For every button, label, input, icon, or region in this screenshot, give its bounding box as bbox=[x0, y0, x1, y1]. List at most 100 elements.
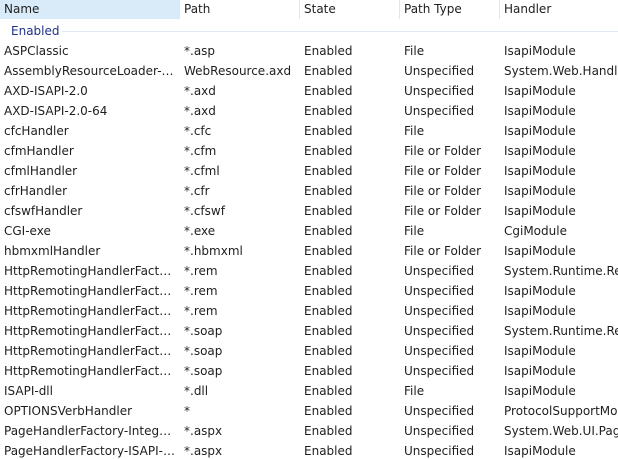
table-row[interactable]: HttpRemotingHandlerFactory-... *.soap Enab… bbox=[0, 341, 618, 361]
cell-state: Enabled bbox=[304, 164, 353, 178]
cell-path-type: Unspecified bbox=[404, 404, 475, 418]
table-row[interactable]: AXD-ISAPI-2.0 *.axd Enabled Unspecified Isap… bbox=[0, 81, 618, 101]
table-row[interactable]: cfswfHandler *.cfswf Enabled File or Folder… bbox=[0, 201, 618, 221]
cell-path-type: Unspecified bbox=[404, 364, 475, 378]
column-header-path[interactable]: Path bbox=[180, 0, 300, 19]
table-row[interactable]: HttpRemotingHandlerFactory-... *.rem Enabl… bbox=[0, 301, 618, 321]
cell-name: cfmlHandler bbox=[4, 164, 78, 178]
cell-path: *.dll bbox=[184, 384, 209, 398]
cell-path: WebResource.axd bbox=[184, 64, 292, 78]
cell-name: hbmxmlHandler bbox=[4, 244, 101, 258]
cell-state: Enabled bbox=[304, 204, 353, 218]
cell-path-type: Unspecified bbox=[404, 64, 475, 78]
cell-name: PageHandlerFactory-Integrated bbox=[4, 424, 180, 438]
cell-state: Enabled bbox=[304, 424, 353, 438]
cell-path: *.cfswf bbox=[184, 204, 225, 218]
cell-name: OPTIONSVerbHandler bbox=[4, 404, 133, 418]
table-row[interactable]: OPTIONSVerbHandler * Enabled Unspecified Pro… bbox=[0, 401, 618, 421]
cell-handler: IsapiModule bbox=[504, 364, 576, 378]
cell-name: cfcHandler bbox=[4, 124, 69, 138]
cell-path-type: Unspecified bbox=[404, 304, 475, 318]
cell-path-type: File bbox=[404, 224, 425, 238]
cell-name: ASPClassic bbox=[4, 44, 69, 58]
cell-name: HttpRemotingHandlerFactory-... bbox=[4, 344, 180, 358]
cell-name: HttpRemotingHandlerFactory-... bbox=[4, 304, 180, 318]
cell-handler: IsapiModule bbox=[504, 244, 576, 258]
cell-handler: IsapiModule bbox=[504, 304, 576, 318]
cell-state: Enabled bbox=[304, 444, 353, 458]
cell-path: *.aspx bbox=[184, 444, 223, 458]
column-header-handler[interactable]: Handler bbox=[500, 0, 618, 19]
cell-name: HttpRemotingHandlerFactory-... bbox=[4, 364, 180, 378]
cell-name: cfmHandler bbox=[4, 144, 74, 158]
group-label: Enabled bbox=[11, 24, 60, 38]
cell-path-type: Unspecified bbox=[404, 284, 475, 298]
handler-mappings-list[interactable]: Name Path State Path Type Handler Enable… bbox=[0, 0, 618, 459]
cell-state: Enabled bbox=[304, 364, 353, 378]
cell-handler: IsapiModule bbox=[504, 204, 576, 218]
cell-path: *.soap bbox=[184, 364, 223, 378]
cell-name: HttpRemotingHandlerFactory-... bbox=[4, 264, 180, 278]
cell-state: Enabled bbox=[304, 124, 353, 138]
cell-state: Enabled bbox=[304, 224, 353, 238]
column-header-row: Name Path State Path Type Handler bbox=[0, 0, 618, 20]
cell-path-type: File or Folder bbox=[404, 184, 482, 198]
table-row[interactable]: HttpRemotingHandlerFactory-... *.soap Enab… bbox=[0, 321, 618, 341]
cell-path: *.cfc bbox=[184, 124, 212, 138]
table-row[interactable]: hbmxmlHandler *.hbmxml Enabled File or Fold… bbox=[0, 241, 618, 261]
cell-path: * bbox=[184, 404, 190, 418]
cell-path: *.axd bbox=[184, 84, 216, 98]
table-row[interactable]: PageHandlerFactory-ISAPI-2.0 *.aspx Enable… bbox=[0, 441, 618, 459]
cell-handler: System.Web.Handlers bbox=[504, 64, 618, 78]
table-row[interactable]: cfmHandler *.cfm Enabled File or Folder Isap… bbox=[0, 141, 618, 161]
column-header-path-type[interactable]: Path Type bbox=[400, 0, 500, 19]
table-row[interactable]: cfrHandler *.cfr Enabled File or Folder Isap… bbox=[0, 181, 618, 201]
cell-handler: IsapiModule bbox=[504, 144, 576, 158]
cell-handler: IsapiModule bbox=[504, 184, 576, 198]
cell-handler: IsapiModule bbox=[504, 84, 576, 98]
table-row[interactable]: AXD-ISAPI-2.0-64 *.axd Enabled Unspecified I… bbox=[0, 101, 618, 121]
cell-path: *.asp bbox=[184, 44, 216, 58]
cell-path: *.soap bbox=[184, 324, 223, 338]
cell-state: Enabled bbox=[304, 44, 353, 58]
column-header-state[interactable]: State bbox=[300, 0, 400, 19]
cell-name: CGI-exe bbox=[4, 224, 51, 238]
cell-state: Enabled bbox=[304, 344, 353, 358]
cell-name: PageHandlerFactory-ISAPI-2.0 bbox=[4, 444, 180, 458]
table-row[interactable]: cfmlHandler *.cfml Enabled File or Folder Is… bbox=[0, 161, 618, 181]
table-row[interactable]: HttpRemotingHandlerFactory-... *.rem Enabl… bbox=[0, 281, 618, 301]
group-header-enabled[interactable]: Enabled bbox=[0, 21, 618, 41]
cell-path-type: Unspecified bbox=[404, 344, 475, 358]
cell-state: Enabled bbox=[304, 64, 353, 78]
cell-handler: IsapiModule bbox=[504, 124, 576, 138]
table-row[interactable]: PageHandlerFactory-Integrated *.aspx Enabl… bbox=[0, 421, 618, 441]
cell-path: *.rem bbox=[184, 284, 218, 298]
cell-state: Enabled bbox=[304, 184, 353, 198]
cell-state: Enabled bbox=[304, 244, 353, 258]
cell-handler: IsapiModule bbox=[504, 384, 576, 398]
cell-handler: System.Runtime.Remo bbox=[504, 324, 618, 338]
cell-handler: IsapiModule bbox=[504, 164, 576, 178]
cell-path: *.cfml bbox=[184, 164, 220, 178]
cell-name: AXD-ISAPI-2.0-64 bbox=[4, 104, 108, 118]
cell-path-type: Unspecified bbox=[404, 84, 475, 98]
column-header-name[interactable]: Name bbox=[0, 0, 180, 19]
table-row[interactable]: ISAPI-dll *.dll Enabled File IsapiModule bbox=[0, 381, 618, 401]
cell-path-type: Unspecified bbox=[404, 324, 475, 338]
cell-handler: IsapiModule bbox=[504, 284, 576, 298]
cell-handler: System.Runtime.Remo bbox=[504, 264, 618, 278]
group-divider bbox=[62, 31, 618, 32]
cell-state: Enabled bbox=[304, 304, 353, 318]
table-row[interactable]: HttpRemotingHandlerFactory-... *.soap Enab… bbox=[0, 361, 618, 381]
table-row[interactable]: AssemblyResourceLoader-Inte... WebResourc… bbox=[0, 61, 618, 81]
cell-path-type: File or Folder bbox=[404, 164, 482, 178]
cell-state: Enabled bbox=[304, 324, 353, 338]
cell-name: cfrHandler bbox=[4, 184, 68, 198]
cell-path: *.rem bbox=[184, 304, 218, 318]
cell-name: AXD-ISAPI-2.0 bbox=[4, 84, 88, 98]
table-row[interactable]: HttpRemotingHandlerFactory-... *.rem Enabl… bbox=[0, 261, 618, 281]
table-row[interactable]: CGI-exe *.exe Enabled File CgiModule bbox=[0, 221, 618, 241]
table-row[interactable]: ASPClassic *.asp Enabled File IsapiModule bbox=[0, 41, 618, 61]
cell-state: Enabled bbox=[304, 384, 353, 398]
table-row[interactable]: cfcHandler *.cfc Enabled File IsapiModule bbox=[0, 121, 618, 141]
